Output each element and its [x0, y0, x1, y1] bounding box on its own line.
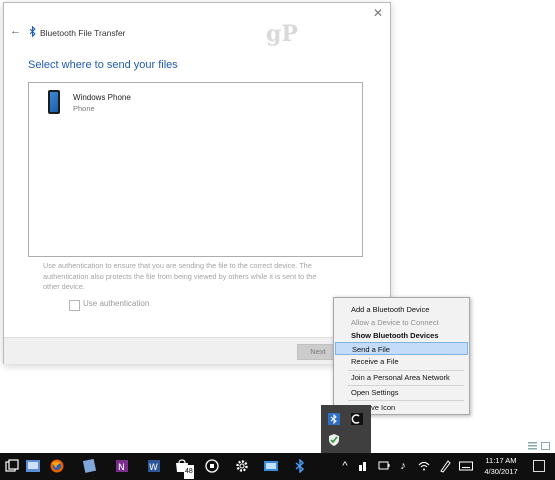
back-arrow-icon[interactable]: ←	[10, 25, 21, 37]
volume-icon[interactable]: ♪	[397, 459, 409, 473]
desktop-app-icon[interactable]	[26, 459, 40, 473]
photos-app-icon[interactable]	[82, 459, 96, 473]
defender-tray-icon[interactable]	[328, 434, 340, 446]
svg-text:N: N	[118, 463, 125, 473]
menu-item-send-a-file[interactable]: Send a File	[335, 342, 468, 355]
clock-date: 4/30/2017	[484, 467, 518, 476]
hidden-icons-flyout	[321, 405, 371, 453]
app-grid-icon[interactable]	[205, 459, 219, 473]
menu-item-add-bluetooth-device[interactable]: Add a Bluetooth Device	[335, 303, 468, 316]
close-icon[interactable]: ✕	[373, 6, 383, 20]
list-view-icon[interactable]	[528, 442, 537, 450]
device-name: Windows Phone	[73, 93, 131, 102]
firefox-icon[interactable]	[50, 459, 64, 473]
bluetooth-taskbar-icon[interactable]	[293, 459, 307, 473]
menu-item-open-settings[interactable]: Open Settings	[335, 386, 468, 399]
menu-item-show-bluetooth-devices[interactable]: Show Bluetooth Devices	[335, 329, 468, 342]
battery-icon[interactable]	[378, 459, 390, 473]
menu-item-join-personal-area-network[interactable]: Join a Personal Area Network	[335, 371, 468, 384]
bluetooth-context-menu: Add a Bluetooth Device Allow a Device to…	[333, 297, 470, 415]
remote-desktop-icon[interactable]	[264, 459, 278, 473]
settings-gear-icon[interactable]	[235, 459, 249, 473]
onenote-icon[interactable]: N	[115, 459, 129, 473]
bluetooth-tray-icon[interactable]	[328, 413, 340, 425]
svg-text:W: W	[149, 463, 158, 473]
action-center-icon[interactable]	[533, 460, 545, 472]
app-tray-icon[interactable]	[351, 413, 363, 425]
device-list: Windows Phone Phone	[28, 82, 363, 257]
store-badge: 48	[184, 465, 194, 479]
task-view-icon[interactable]	[5, 459, 19, 473]
taskbar: N W 48 ^ ♪ 11:17 AM 4/30/2017	[0, 453, 555, 480]
menu-item-allow-device-to-connect: Allow a Device to Connect	[351, 318, 439, 327]
phone-icon	[48, 90, 60, 114]
bluetooth-icon	[29, 26, 36, 37]
tiles-view-icon[interactable]	[541, 442, 550, 450]
pen-workspace-icon[interactable]	[439, 459, 451, 473]
network-icon[interactable]	[358, 459, 370, 473]
page-heading: Select where to send your files	[28, 59, 178, 71]
wifi-icon[interactable]	[418, 459, 430, 473]
clock-time: 11:17 AM	[485, 456, 517, 465]
device-item-windows-phone[interactable]: Windows Phone Phone	[44, 90, 164, 120]
device-type: Phone	[73, 104, 95, 113]
system-clock[interactable]: 11:17 AM 4/30/2017	[477, 455, 525, 477]
use-authentication-checkbox[interactable]	[69, 300, 80, 311]
watermark-logo: gP	[266, 21, 298, 47]
authentication-note: Use authentication to ensure that you ar…	[43, 261, 317, 291]
word-icon[interactable]: W	[147, 459, 161, 473]
use-authentication-label: Use authentication	[83, 299, 150, 308]
touch-keyboard-icon[interactable]	[459, 459, 473, 473]
menu-item-receive-a-file[interactable]: Receive a File	[335, 355, 468, 368]
window-title: Bluetooth File Transfer	[40, 28, 126, 38]
chevron-up-icon[interactable]: ^	[340, 459, 350, 473]
